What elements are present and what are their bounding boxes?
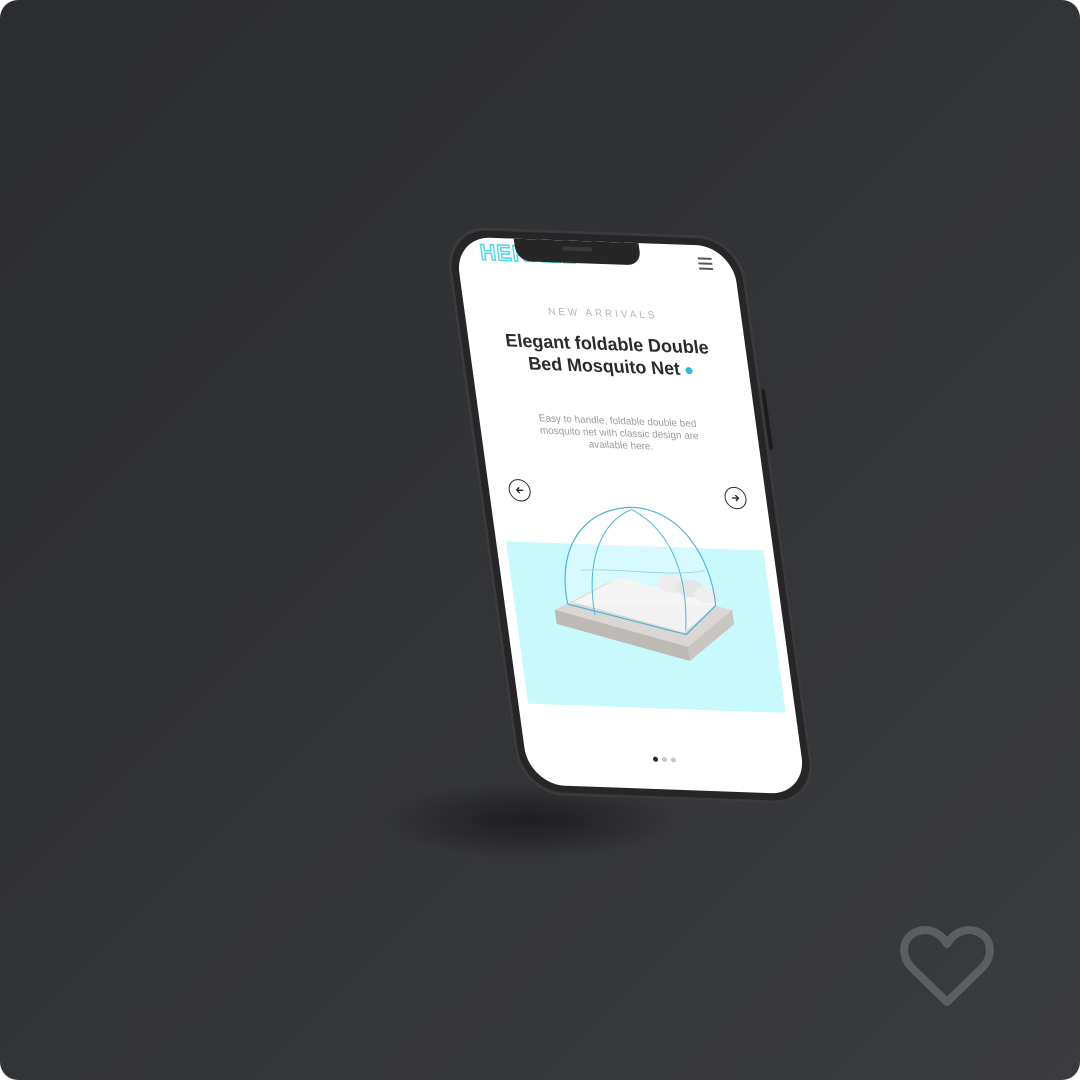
notch-speaker [562, 246, 593, 252]
phone-screen: HERKEL NEW ARRIVALS Elegant foldable Dou… [454, 236, 807, 795]
mockup-stage: HERKEL NEW ARRIVALS Elegant foldable Dou… [0, 0, 1080, 1080]
carousel-prev-button[interactable] [507, 478, 533, 502]
carousel-dot[interactable] [652, 756, 658, 762]
accent-dot [684, 366, 693, 375]
side-button [760, 388, 774, 450]
arrow-right-icon [731, 494, 740, 502]
mosquito-net-product-image [554, 506, 735, 661]
carousel-pagination [525, 752, 803, 767]
hamburger-menu-icon[interactable] [697, 257, 714, 271]
phone-body: HERKEL NEW ARRIVALS Elegant foldable Dou… [443, 226, 819, 805]
hero-description: Easy to handle, foldable double bed mosq… [538, 413, 700, 453]
phone-notch [513, 238, 642, 266]
carousel-dot[interactable] [661, 756, 667, 763]
carousel-dot[interactable] [670, 757, 676, 763]
heart-icon[interactable] [898, 924, 996, 1010]
section-eyebrow: NEW ARRIVALS [547, 306, 659, 322]
arrow-left-icon [515, 487, 524, 494]
hero-title: Elegant foldable Double Bed Mosquito Net [497, 329, 721, 381]
hero-title-text: Elegant foldable Double Bed Mosquito Net [504, 330, 710, 379]
phone-mockup: HERKEL NEW ARRIVALS Elegant foldable Dou… [383, 226, 819, 836]
